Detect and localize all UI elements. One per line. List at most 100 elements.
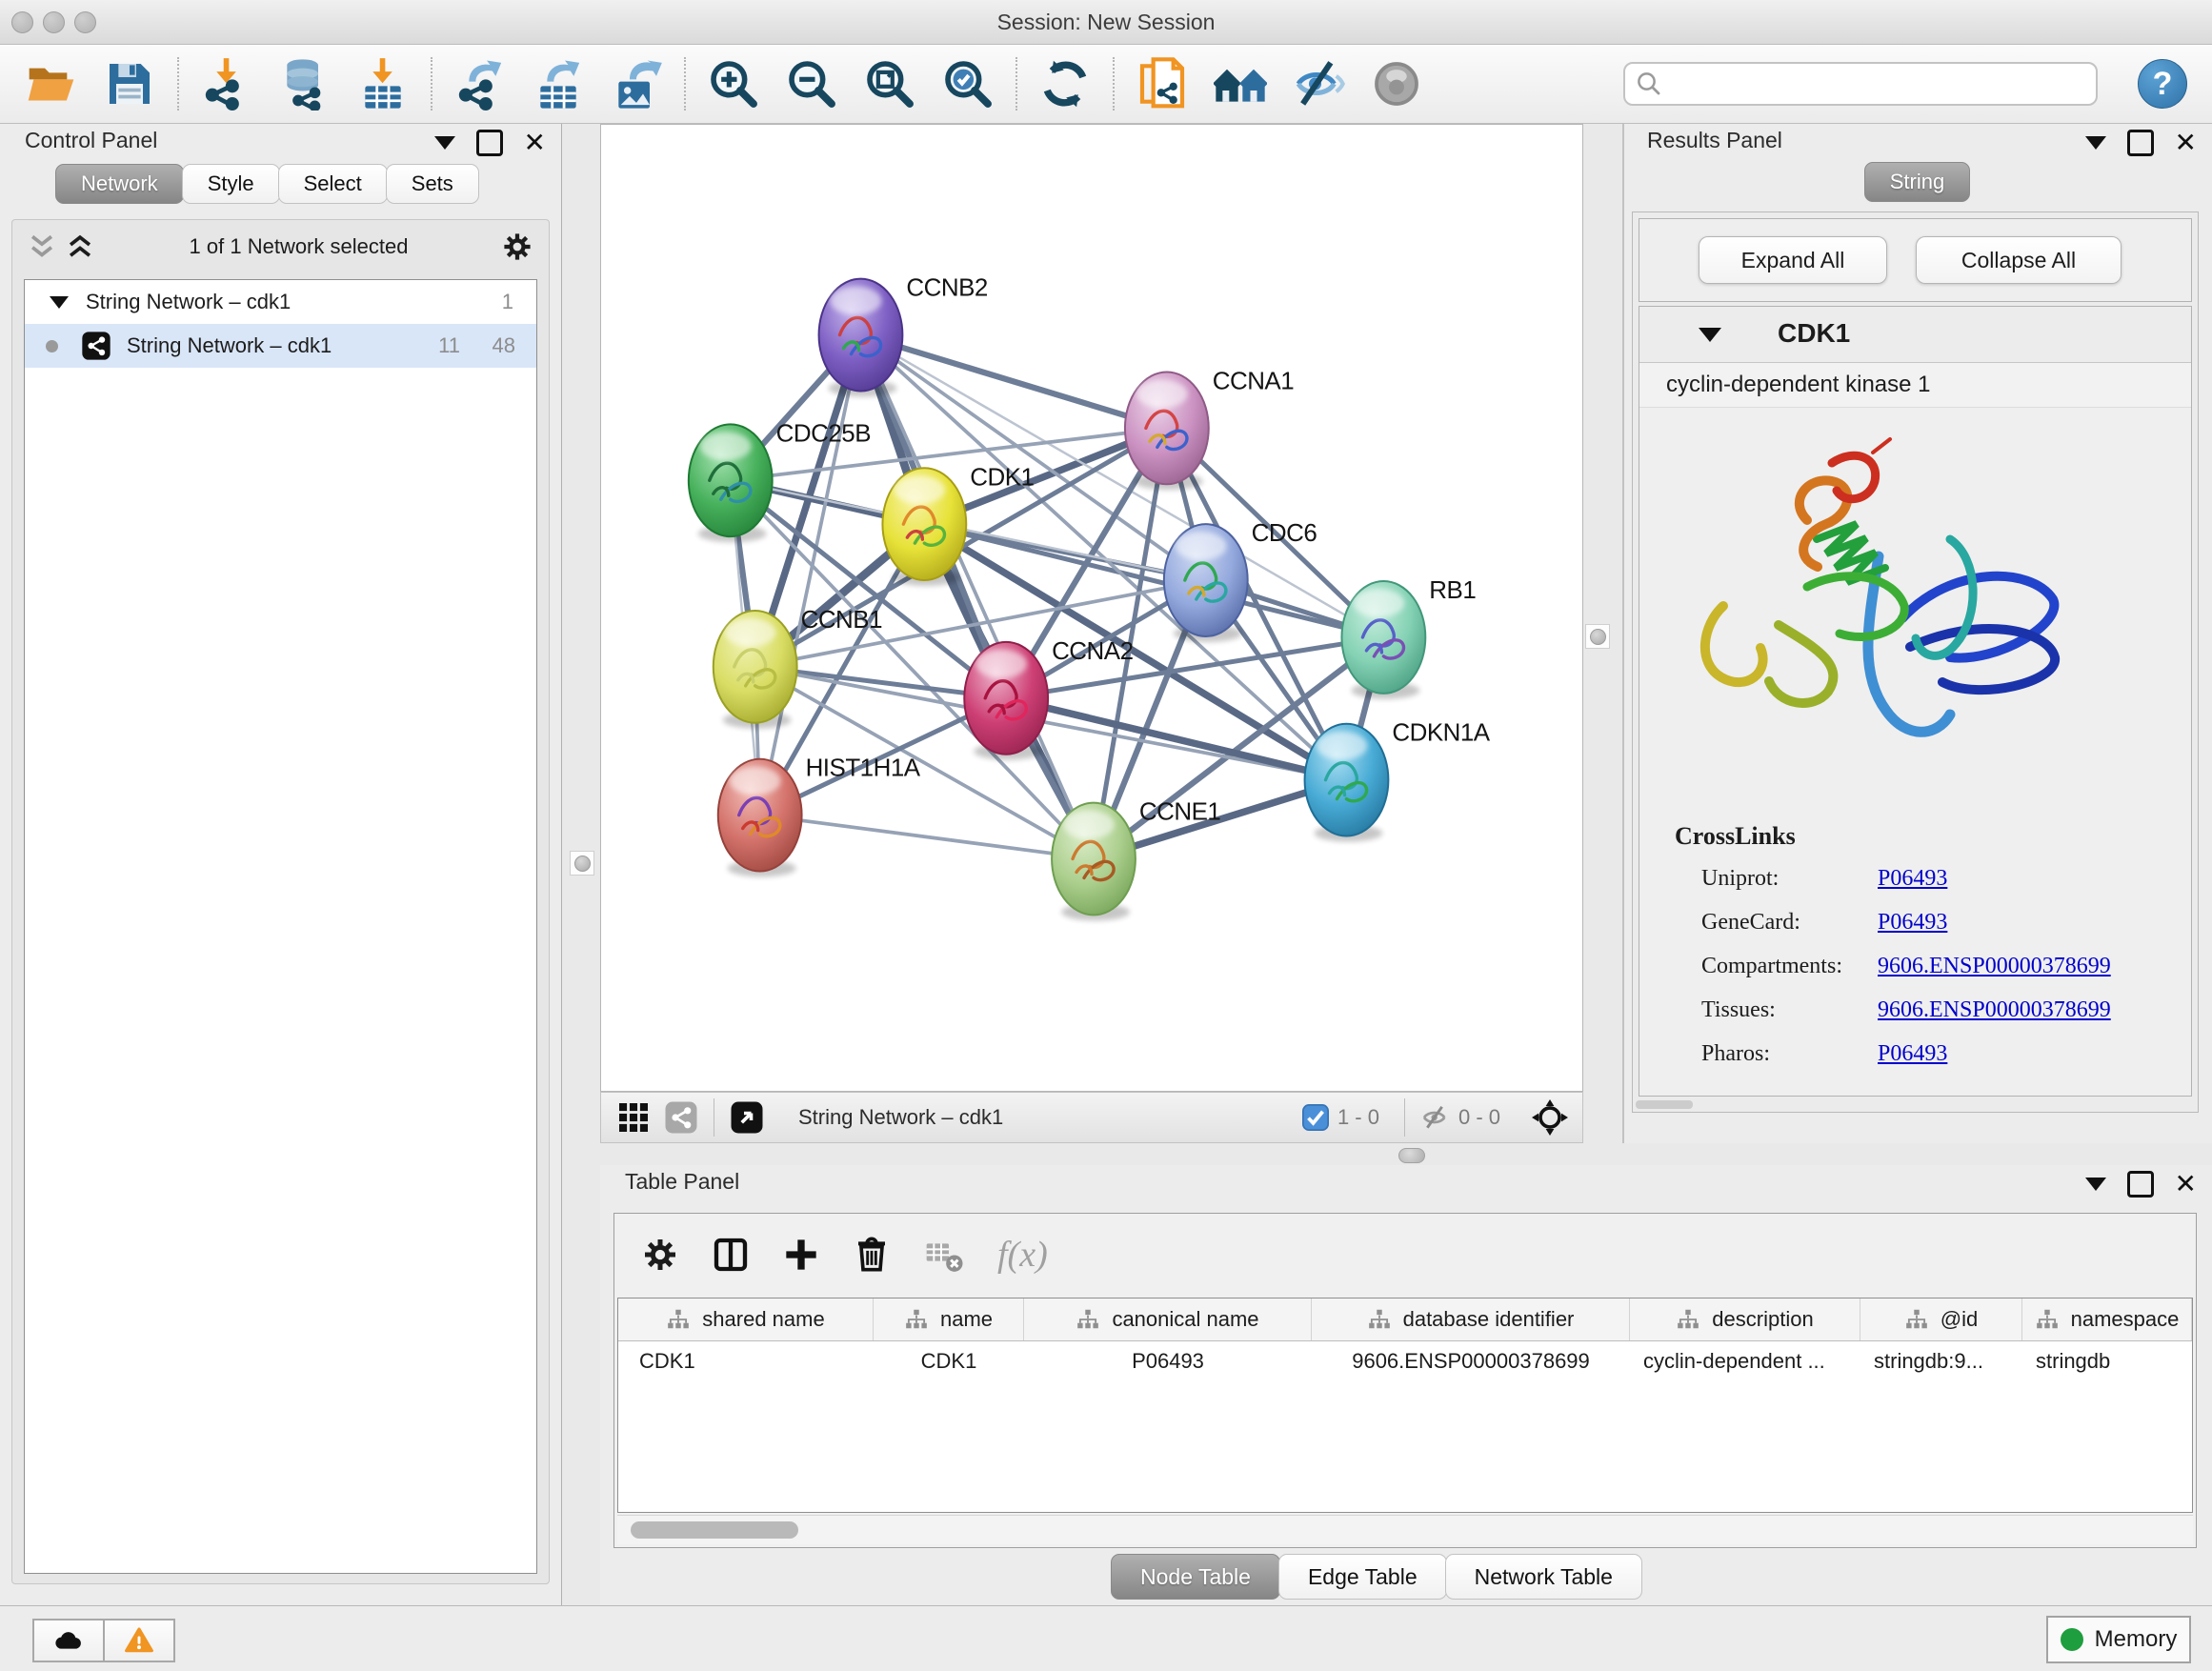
crosslink-link[interactable]: P06493	[1878, 910, 1947, 935]
horizontal-splitter-handle[interactable]	[1398, 1148, 1425, 1163]
open-session-icon[interactable]	[25, 57, 78, 111]
horizontal-splitter[interactable]	[600, 1143, 2212, 1165]
export-image-icon[interactable]	[610, 57, 663, 111]
update-network-icon[interactable]	[1038, 57, 1092, 111]
network-node-CDKN1A[interactable]: CDKN1A	[1305, 720, 1491, 842]
network-node-CDC6[interactable]: CDC6	[1164, 520, 1317, 642]
import-network-database-icon[interactable]	[278, 57, 332, 111]
right-splitter-handle[interactable]	[1585, 624, 1610, 649]
network-row-selected[interactable]: String Network – cdk1 11 48	[25, 324, 536, 368]
scrollbar-thumb[interactable]	[631, 1521, 798, 1539]
network-node-CDK1[interactable]: CDK1	[882, 464, 1034, 586]
tab-network-table[interactable]: Network Table	[1445, 1554, 1642, 1600]
column-header-namespace[interactable]: namespace	[2022, 1299, 2192, 1340]
panel-menu-icon[interactable]	[2085, 136, 2106, 150]
hidden-eye-icon[interactable]	[1420, 1102, 1451, 1133]
network-node-CCNB2[interactable]: CCNB2	[819, 275, 988, 397]
tab-sets[interactable]: Sets	[386, 164, 479, 204]
zoom-in-icon[interactable]	[707, 57, 760, 111]
column-header--id[interactable]: @id	[1860, 1299, 2022, 1340]
network-node-CDC25B[interactable]: CDC25B	[689, 420, 871, 542]
create-column-plus-icon[interactable]	[782, 1236, 820, 1274]
network-edge-CCNB2-CCNA1[interactable]	[860, 335, 1166, 429]
memory-button[interactable]: Memory	[2046, 1616, 2191, 1663]
tab-network[interactable]: Network	[55, 164, 184, 204]
save-session-icon[interactable]	[103, 57, 156, 111]
collapse-all-button[interactable]: Collapse All	[1916, 236, 2122, 284]
table-row[interactable]: CDK1CDK1P064939606.ENSP00000378699cyclin…	[618, 1341, 2192, 1381]
network-options-gear-icon[interactable]	[501, 231, 533, 263]
close-panel-icon[interactable]: ✕	[2175, 132, 2197, 153]
export-table-icon[interactable]	[532, 57, 585, 111]
panel-menu-icon[interactable]	[434, 136, 455, 150]
float-panel-icon[interactable]	[2127, 130, 2154, 156]
column-header-database-identifier[interactable]: database identifier	[1312, 1299, 1630, 1340]
warning-button[interactable]	[103, 1619, 175, 1662]
tab-select[interactable]: Select	[278, 164, 388, 204]
grid-icon[interactable]	[616, 1100, 651, 1135]
column-header-canonical-name[interactable]: canonical name	[1024, 1299, 1312, 1340]
clone-network-icon[interactable]	[1136, 57, 1189, 111]
help-icon[interactable]: ?	[2138, 59, 2187, 109]
show-columns-icon[interactable]	[712, 1236, 750, 1274]
tree-expand-caret-icon[interactable]	[50, 296, 69, 309]
network-node-CCNB1[interactable]: CCNB1	[714, 607, 882, 729]
selected-checkbox[interactable]	[1301, 1103, 1330, 1132]
navigator-icon[interactable]	[730, 1100, 764, 1135]
expand-all-button[interactable]: Expand All	[1699, 236, 1887, 284]
show-all-eye-icon[interactable]	[1370, 57, 1423, 111]
import-table-file-icon[interactable]	[356, 57, 410, 111]
tab-edge-table[interactable]: Edge Table	[1278, 1554, 1447, 1600]
hide-selected-eye-icon[interactable]	[1292, 57, 1345, 111]
network-node-CCNE1[interactable]: CCNE1	[1052, 799, 1220, 921]
crosslink-link[interactable]: 9606.ENSP00000378699	[1878, 954, 2111, 978]
column-header-description[interactable]: description	[1630, 1299, 1860, 1340]
export-network-icon[interactable]	[453, 57, 507, 111]
float-panel-icon[interactable]	[2127, 1171, 2154, 1198]
tab-style[interactable]: Style	[182, 164, 280, 204]
network-collection-row[interactable]: String Network – cdk1 1	[25, 280, 536, 324]
function-builder-icon[interactable]: f(x)	[997, 1234, 1048, 1276]
network-canvas[interactable]: CCNB2CCNA1CDC25BCDK1CDC6RB1CCNB1CCNA2CDK…	[600, 124, 1583, 1092]
zoom-out-icon[interactable]	[785, 57, 838, 111]
close-panel-icon[interactable]: ✕	[524, 132, 546, 153]
network-node-RB1[interactable]: RB1	[1341, 577, 1476, 699]
network-node-CCNA2[interactable]: CCNA2	[964, 638, 1133, 760]
crosslink-link[interactable]: P06493	[1878, 1041, 1947, 1066]
share-icon[interactable]	[664, 1100, 698, 1135]
left-splitter[interactable]	[562, 124, 600, 1605]
left-splitter-handle[interactable]	[570, 851, 594, 876]
table-options-gear-icon[interactable]	[641, 1236, 679, 1274]
tab-node-table[interactable]: Node Table	[1111, 1554, 1280, 1600]
search-input[interactable]	[1663, 64, 2086, 104]
collapse-all-networks-icon[interactable]	[26, 231, 58, 263]
float-panel-icon[interactable]	[476, 130, 503, 156]
network-edge-HIST1H1A-CCNE1[interactable]	[760, 815, 1094, 859]
crosshair-icon[interactable]	[1531, 1098, 1569, 1137]
delete-column-trash-icon[interactable]	[853, 1236, 891, 1274]
table-horizontal-scrollbar[interactable]	[617, 1515, 2193, 1544]
search-field[interactable]	[1623, 62, 2098, 106]
zoom-selected-icon[interactable]	[941, 57, 995, 111]
expand-all-networks-icon[interactable]	[64, 231, 96, 263]
network-node-HIST1H1A[interactable]: HIST1H1A	[718, 755, 921, 877]
delete-table-icon[interactable]	[923, 1236, 965, 1274]
crosslink-link[interactable]: P06493	[1878, 866, 1947, 891]
results-scrollbar[interactable]	[1636, 1100, 1693, 1109]
collapse-caret-icon[interactable]	[1699, 328, 1721, 342]
right-splitter[interactable]	[1583, 124, 1624, 1143]
node-label-CDC6: CDC6	[1252, 520, 1317, 547]
string-home-icon[interactable]	[1214, 57, 1267, 111]
gene-header[interactable]: CDK1	[1639, 307, 2191, 363]
column-header-shared-name[interactable]: shared name	[618, 1299, 874, 1340]
crosslink-link[interactable]: 9606.ENSP00000378699	[1878, 997, 2111, 1022]
tab-string[interactable]: String	[1864, 162, 1970, 202]
import-network-file-icon[interactable]	[200, 57, 253, 111]
cloud-button[interactable]	[32, 1619, 105, 1662]
zoom-fit-icon[interactable]	[863, 57, 916, 111]
crosslinks-section: CrossLinks Uniprot:P06493GeneCard:P06493…	[1675, 822, 2191, 1067]
column-header-name[interactable]: name	[874, 1299, 1024, 1340]
network-edge-CCNB2-HIST1H1A[interactable]	[760, 335, 861, 815]
panel-menu-icon[interactable]	[2085, 1178, 2106, 1191]
close-panel-icon[interactable]: ✕	[2175, 1174, 2197, 1195]
